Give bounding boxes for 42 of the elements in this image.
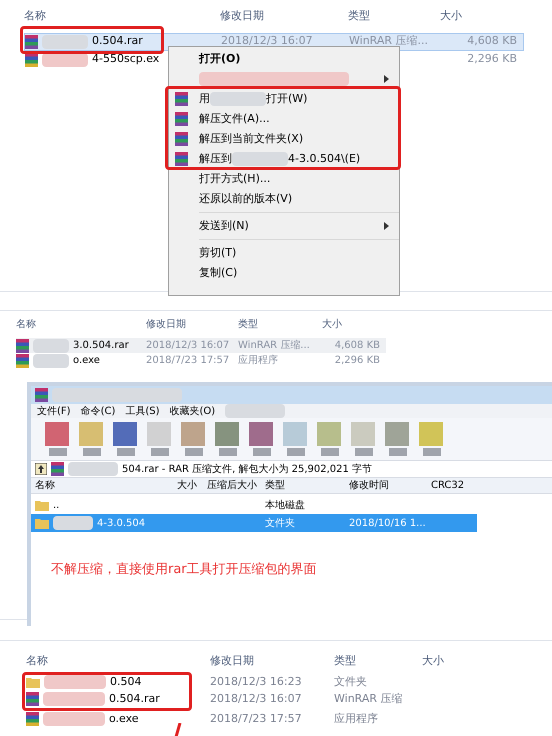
file-name: 0.504.rar [92,33,143,50]
menu-label: 打开(W) [266,90,308,107]
date-cell-text: 2018/10/16 1... [348,516,427,530]
type-cell-text: 文件夹 [334,674,368,690]
date-cell-text: 2018/12/3 16:23 [210,674,303,690]
type-cell-text: WinRAR 压缩... [238,338,311,353]
file-name: o.exe [109,710,139,727]
menu-label: 发送到(N) [199,218,249,234]
file-name: 4-3.0.504 [97,516,146,530]
size-cell-text: 2,296 KB [466,51,517,68]
menu-label: 剪切(T) [199,244,236,261]
date-cell-text: 2018/12/3 16:07 [210,690,303,707]
type-cell-text: 本地磁盘 [264,498,306,512]
menu-label: 打开方式(H)... [199,170,270,187]
date-cell-text: 2018/12/3 16:07 [146,339,230,353]
date-cell-text: 2018/7/23 17:57 [146,354,230,368]
annotation-text: 不解压缩，直接使用rar工具打开压缩包的界面 [51,561,318,579]
type-cell-text: WinRAR 压缩... [349,33,430,50]
menu-label: 4-3.0.504\(E) [288,150,360,167]
menu-label: 解压文件(A)... [199,110,270,127]
type-cell-text: 应用程序 [238,354,279,368]
menu-label: 还原以前的版本(V) [199,190,292,207]
address-path: 504.rar - RAR 压缩文件, 解包大小为 25,902,021 字节 [122,462,372,476]
file-name: 3.0.504.rar [73,339,129,353]
file-name: o.exe [73,354,100,368]
menu-label: 用 [199,90,210,107]
date-cell-text: 2018/12/3 16:07 [221,33,314,50]
file-name: 4-550scp.ex [92,51,160,68]
file-name: 0.504.rar [109,690,160,707]
menu-label: 复制(C) [199,264,238,281]
type-cell-text: 文件夹 [264,516,296,530]
size-cell-text: 2,296 KB [334,354,380,368]
date-cell-text: 2018/7/23 17:57 [210,710,303,727]
menu-label: 打开(O) [199,50,240,67]
type-cell-text: 应用程序 [334,710,379,727]
type-cell-text: WinRAR 压缩 [334,690,404,707]
size-cell-text: 4,608 KB [466,33,517,50]
menu-label: 解压到当前文件夹(X) [199,130,304,147]
file-name: 0.504 [110,674,142,690]
file-name: .. [53,498,60,512]
menu-label: 解压到 [199,150,232,167]
size-cell-text: 4,608 KB [334,339,380,353]
